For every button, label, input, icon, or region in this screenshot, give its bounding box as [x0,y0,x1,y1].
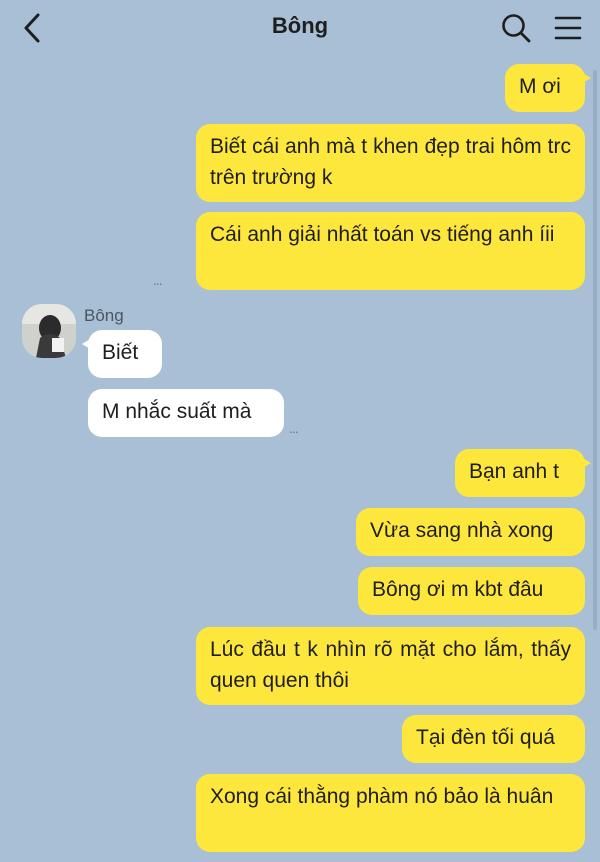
contact-photo-icon [22,304,76,358]
menu-button[interactable] [552,13,584,43]
message-bubble-sent[interactable]: Bông ơi m kbt đâu [358,567,585,615]
read-indicator: ... [289,420,299,436]
message-bubble-received[interactable]: Biết [82,330,162,378]
search-icon [502,14,531,43]
chat-header: Bông [0,0,600,56]
message-bubble-sent[interactable]: Lúc đầu t k nhìn rõ mặt cho lắm, thấy qu… [196,627,585,705]
message-bubble-sent[interactable]: Bạn anh t [455,449,591,497]
message-bubble-sent[interactable]: Xong cái thằng phàm nó bảo là huân [196,774,585,852]
sender-name: Bông [84,306,124,325]
avatar[interactable] [22,304,76,358]
message-bubble-sent[interactable]: Tại đèn tối quá [402,715,585,763]
hamburger-menu-icon [554,16,582,40]
message-bubble-sent[interactable]: Biết cái anh mà t khen đẹp trai hôm trc … [196,124,585,202]
read-indicator: ... [153,272,163,288]
message-bubble-sent[interactable]: Vừa sang nhà xong [356,508,585,556]
scrollbar[interactable] [593,70,597,630]
message-bubble-received[interactable]: M nhắc suất mà [88,389,284,437]
message-bubble-sent[interactable]: Cái anh giải nhất toán vs tiếng anh íii [196,212,585,290]
message-bubble-sent[interactable]: M ơi [505,64,591,112]
search-button[interactable] [500,12,532,44]
